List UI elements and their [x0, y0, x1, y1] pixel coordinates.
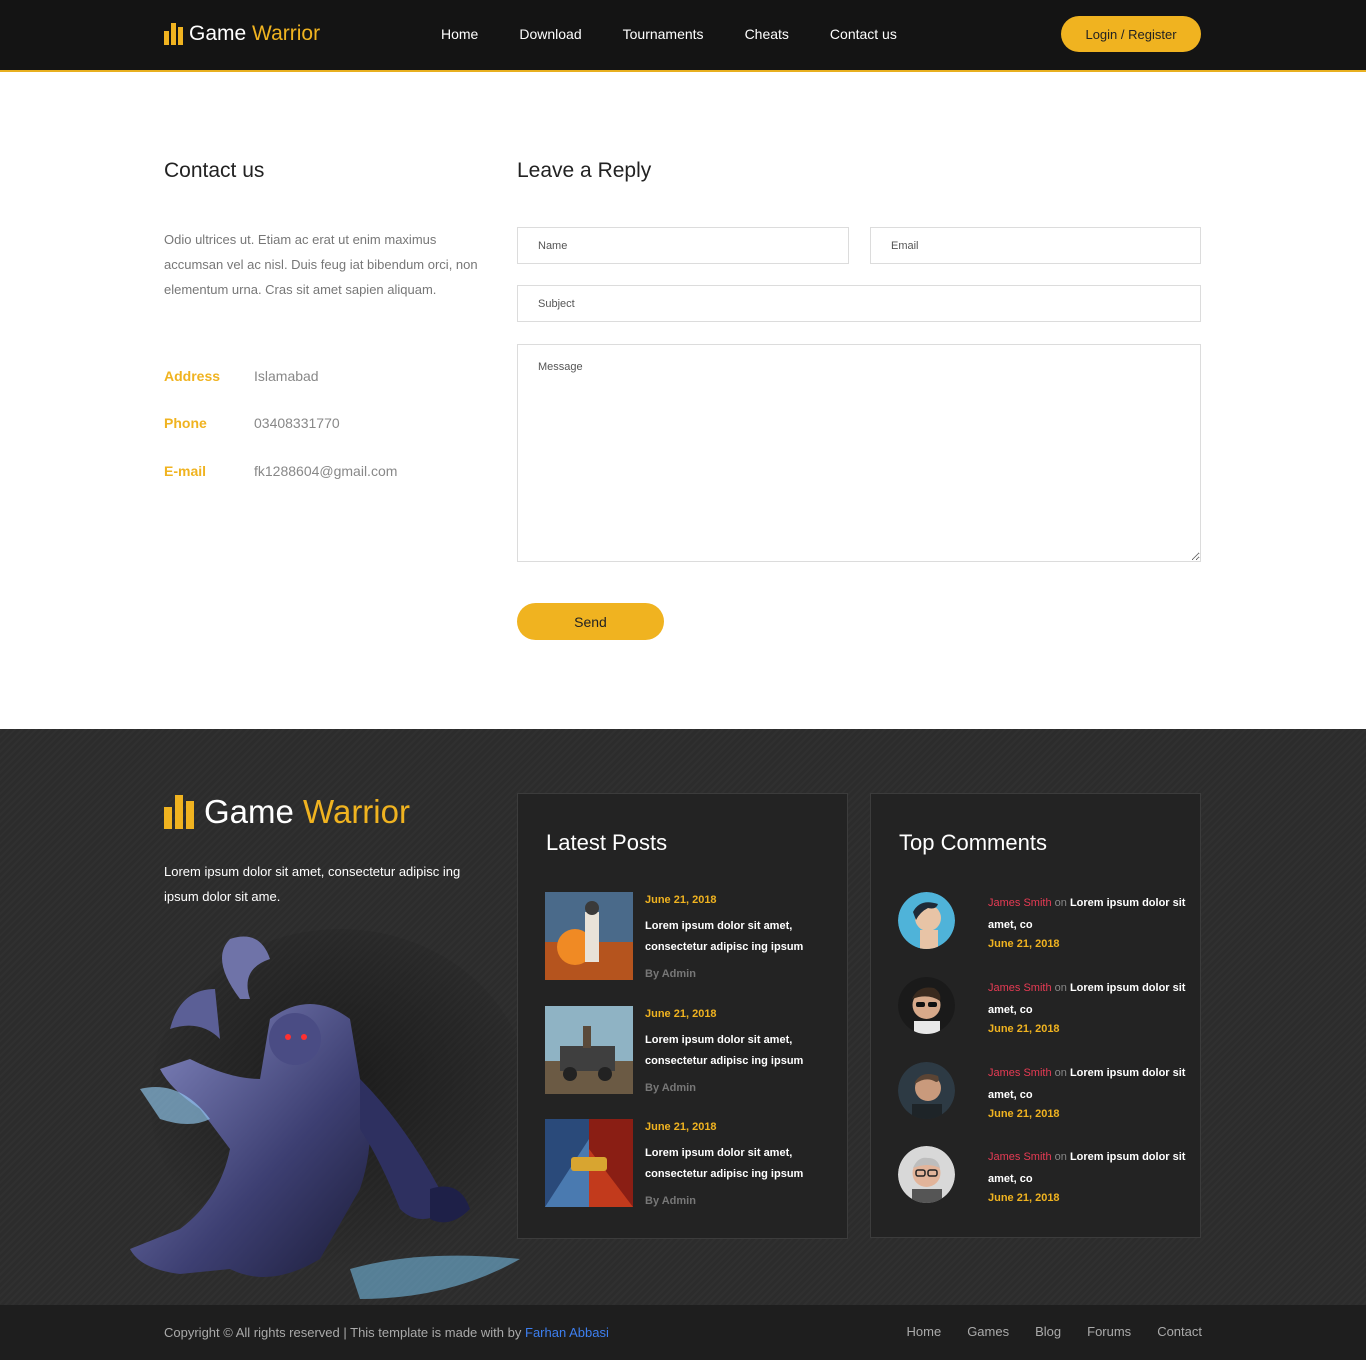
post-author: By Admin: [645, 968, 696, 980]
info-label-address: Address: [164, 368, 221, 384]
post-thumbnail[interactable]: [545, 1006, 633, 1094]
post-thumbnail[interactable]: [545, 1119, 633, 1207]
post-date: June 21, 2018: [645, 894, 717, 906]
comment-date: June 21, 2018: [988, 938, 1060, 950]
name-input[interactable]: [517, 227, 849, 264]
post-author: By Admin: [645, 1082, 696, 1094]
footer-nav-contact[interactable]: Contact: [1157, 1324, 1202, 1339]
comment-date: June 21, 2018: [988, 1192, 1060, 1204]
post-item[interactable]: June 21, 2018 Lorem ipsum dolor sit amet…: [545, 1119, 835, 1209]
top-comments-title: Top Comments: [899, 830, 1047, 855]
site-header: Game Warrior Home Download Tournaments C…: [0, 0, 1366, 72]
login-register-button[interactable]: Login / Register: [1061, 16, 1201, 52]
comment-item: James Smith on Lorem ipsum dolor sit ame…: [898, 1062, 1188, 1137]
footer-logo-bars-icon: [164, 795, 194, 829]
post-item[interactable]: June 21, 2018 Lorem ipsum dolor sit amet…: [545, 892, 835, 982]
comment-body: James Smith on Lorem ipsum dolor sit ame…: [988, 892, 1188, 936]
nav-download[interactable]: Download: [519, 26, 581, 42]
comment-date: June 21, 2018: [988, 1108, 1060, 1120]
logo-text: Game Warrior: [189, 22, 320, 46]
comment-item: James Smith on Lorem ipsum dolor sit ame…: [898, 977, 1188, 1052]
comment-item: James Smith on Lorem ipsum dolor sit ame…: [898, 892, 1188, 967]
warrior-illustration: [130, 929, 530, 1299]
send-button[interactable]: Send: [517, 603, 664, 640]
footer-nav-forums[interactable]: Forums: [1087, 1324, 1131, 1339]
footer-logo-word-2: Warrior: [303, 793, 410, 830]
comment-author[interactable]: James Smith: [988, 897, 1052, 909]
avatar[interactable]: [898, 1146, 955, 1203]
latest-posts-title: Latest Posts: [546, 830, 668, 855]
logo-word-1: Game: [189, 22, 247, 45]
footer-nav: Home Games Blog Forums Contact: [881, 1324, 1203, 1339]
comment-author[interactable]: James Smith: [988, 1067, 1052, 1079]
footer-logo[interactable]: Game Warrior: [164, 793, 410, 831]
nav-tournaments[interactable]: Tournaments: [623, 26, 704, 42]
info-label-email: E-mail: [164, 463, 207, 479]
avatar[interactable]: [898, 1062, 955, 1119]
latest-posts-panel: Latest Posts June 21, 2018 Lorem ipsum d…: [517, 793, 848, 1239]
info-label-phone: Phone: [164, 415, 207, 431]
copyright-text: Copyright © All rights reserved | This t…: [164, 1325, 522, 1340]
info-value-address: Islamabad: [254, 368, 319, 384]
comment-date: June 21, 2018: [988, 1023, 1060, 1035]
nav-cheats[interactable]: Cheats: [745, 26, 789, 42]
comment-on: on: [1054, 1067, 1067, 1079]
logo-word-2: Warrior: [252, 22, 321, 45]
reply-title: Leave a Reply: [517, 159, 652, 182]
comment-author[interactable]: James Smith: [988, 982, 1052, 994]
contact-description: Odio ultrices ut. Etiam ac erat ut enim …: [164, 232, 478, 297]
avatar[interactable]: [898, 977, 955, 1034]
post-thumbnail[interactable]: [545, 892, 633, 980]
copyright-author-link[interactable]: Farhan Abbasi: [525, 1325, 609, 1340]
site-logo[interactable]: Game Warrior: [164, 22, 320, 46]
message-textarea[interactable]: [517, 344, 1201, 562]
post-excerpt[interactable]: Lorem ipsum dolor sit amet, consectetur …: [645, 1143, 825, 1185]
info-email: E-mail fk1288604@gmail.com: [164, 463, 397, 479]
footer-description: Lorem ipsum dolor sit amet, consectetur …: [164, 864, 461, 904]
post-date: June 21, 2018: [645, 1008, 717, 1020]
comment-body: James Smith on Lorem ipsum dolor sit ame…: [988, 977, 1188, 1021]
post-excerpt[interactable]: Lorem ipsum dolor sit amet, consectetur …: [645, 1030, 825, 1072]
footer-nav-games[interactable]: Games: [967, 1324, 1009, 1339]
top-comments-panel: Top Comments James Smith on Lorem ipsum …: [870, 793, 1201, 1238]
comment-on: on: [1054, 897, 1067, 909]
comment-item: James Smith on Lorem ipsum dolor sit ame…: [898, 1146, 1188, 1221]
info-phone: Phone 03408331770: [164, 415, 340, 431]
logo-bars-icon: [164, 23, 183, 45]
footer-logo-word-1: Game: [204, 793, 294, 830]
post-item[interactable]: June 21, 2018 Lorem ipsum dolor sit amet…: [545, 1006, 835, 1096]
info-value-email: fk1288604@gmail.com: [254, 463, 398, 479]
footer-logo-text: Game Warrior: [204, 793, 410, 831]
comment-body: James Smith on Lorem ipsum dolor sit ame…: [988, 1062, 1188, 1106]
comment-author[interactable]: James Smith: [988, 1151, 1052, 1163]
comment-on: on: [1054, 982, 1067, 994]
comment-on: on: [1054, 1151, 1067, 1163]
info-address: Address Islamabad: [164, 368, 319, 384]
email-input[interactable]: [870, 227, 1201, 264]
copyright: Copyright © All rights reserved | This t…: [164, 1325, 609, 1340]
contact-title: Contact us: [164, 159, 265, 182]
footer-nav-home[interactable]: Home: [907, 1324, 942, 1339]
nav-contact[interactable]: Contact us: [830, 26, 897, 42]
nav-home[interactable]: Home: [441, 26, 478, 42]
post-excerpt[interactable]: Lorem ipsum dolor sit amet, consectetur …: [645, 916, 825, 958]
main-nav: Home Download Tournaments Cheats Contact…: [441, 26, 938, 42]
avatar[interactable]: [898, 892, 955, 949]
site-footer: Game Warrior Lorem ipsum dolor sit amet,…: [0, 729, 1366, 1305]
comment-body: James Smith on Lorem ipsum dolor sit ame…: [988, 1146, 1188, 1190]
post-date: June 21, 2018: [645, 1121, 717, 1133]
footer-nav-blog[interactable]: Blog: [1035, 1324, 1061, 1339]
post-author: By Admin: [645, 1195, 696, 1207]
subject-input[interactable]: [517, 285, 1201, 322]
info-value-phone: 03408331770: [254, 415, 340, 431]
bottom-bar: Copyright © All rights reserved | This t…: [0, 1305, 1366, 1360]
